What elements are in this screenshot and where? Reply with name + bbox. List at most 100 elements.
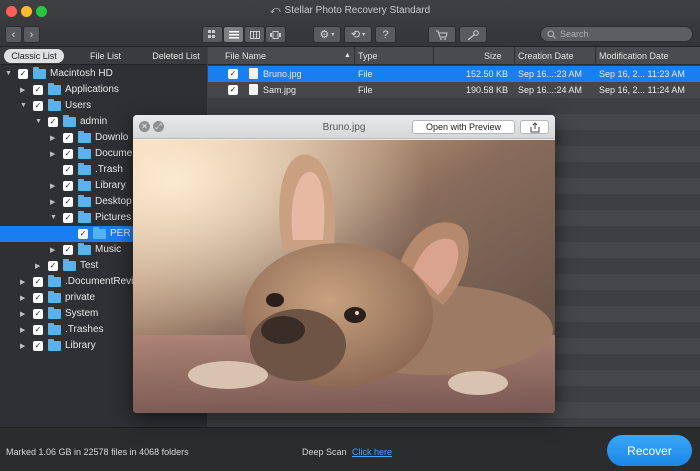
disclosure-expanded-icon[interactable]: ▼ xyxy=(50,214,57,221)
disclosure-collapsed-icon[interactable]: ▶ xyxy=(20,326,25,334)
folder-icon xyxy=(63,259,76,271)
back-button[interactable]: ‹ xyxy=(5,26,22,43)
folder-icon xyxy=(48,275,61,287)
deep-scan-label: Deep Scan xyxy=(302,447,347,457)
list-view-button[interactable] xyxy=(223,26,244,43)
tree-item-label: Applications xyxy=(65,84,119,95)
tree-item-checkbox[interactable]: ✓ xyxy=(63,245,73,255)
tab-deleted-list[interactable]: Deleted List xyxy=(146,49,206,63)
tree-item-checkbox[interactable]: ✓ xyxy=(63,165,73,175)
columns-icon xyxy=(249,30,260,39)
history-menu-button[interactable]: ⟲ ▾ xyxy=(344,26,372,43)
tree-item-checkbox[interactable]: ✓ xyxy=(48,117,58,127)
tree-item[interactable]: ▼ ✓ Users xyxy=(0,98,207,114)
disclosure-collapsed-icon[interactable]: ▶ xyxy=(20,294,25,302)
file-checkbox[interactable]: ✓ xyxy=(228,69,238,79)
sort-ascending-icon: ▲ xyxy=(344,52,351,59)
disclosure-expanded-icon[interactable]: ▼ xyxy=(35,118,42,125)
tree-item-label: Music xyxy=(95,244,122,255)
tree-item-checkbox[interactable]: ✓ xyxy=(18,69,28,79)
tree-item-label: Macintosh HD xyxy=(50,68,113,79)
column-header-type[interactable]: Type xyxy=(358,51,378,61)
disclosure-collapsed-icon[interactable]: ▶ xyxy=(50,246,55,254)
key-icon xyxy=(467,29,479,40)
disclosure-collapsed-icon[interactable]: ▶ xyxy=(50,150,55,158)
key-button[interactable] xyxy=(459,26,487,43)
folder-icon xyxy=(78,211,91,223)
disclosure-collapsed-icon[interactable]: ▶ xyxy=(20,86,25,94)
disclosure-collapsed-icon[interactable]: ▶ xyxy=(35,262,40,270)
disclosure-collapsed-icon[interactable]: ▶ xyxy=(20,342,25,350)
column-header-creation-date[interactable]: Creation Date xyxy=(518,51,574,61)
tree-item-checkbox[interactable]: ✓ xyxy=(33,277,43,287)
title-bar: ⤺ Stellar Photo Recovery Standard ‹ › ⚙ ▾ … xyxy=(0,0,700,47)
share-button[interactable] xyxy=(520,120,549,134)
file-row[interactable]: ✓ Bruno.jpg File 152.50 KB Sep 16...:23 AM Se… xyxy=(208,66,700,82)
file-row[interactable]: ✓ Sam.jpg File 190.58 KB Sep 16...:24 AM Sep … xyxy=(208,82,700,98)
tree-item-checkbox[interactable]: ✓ xyxy=(33,293,43,303)
search-placeholder: Search xyxy=(560,29,589,39)
tree-item-checkbox[interactable]: ✓ xyxy=(63,149,73,159)
help-label: ? xyxy=(382,28,389,41)
column-header-file-name[interactable]: File Name xyxy=(225,51,266,61)
tree-item-checkbox[interactable]: ✓ xyxy=(48,261,58,271)
folder-icon xyxy=(48,339,61,351)
disclosure-collapsed-icon[interactable]: ▶ xyxy=(50,134,55,142)
tree-item-label: Users xyxy=(65,100,92,111)
tree-item-checkbox[interactable]: ✓ xyxy=(33,85,43,95)
tree-item-checkbox[interactable]: ✓ xyxy=(33,101,43,111)
folder-icon xyxy=(63,115,76,127)
document-icon xyxy=(249,68,258,79)
help-button[interactable]: ? xyxy=(375,26,396,43)
preview-title-bar: ✕ ⤢ Bruno.jpg Open with Preview xyxy=(133,115,555,139)
tree-item[interactable]: ▶ ✓ Applications xyxy=(0,82,207,98)
tree-item-checkbox[interactable]: ✓ xyxy=(63,181,73,191)
column-divider xyxy=(514,47,515,65)
folder-icon xyxy=(78,131,91,143)
tree-item-label: System xyxy=(65,308,99,319)
disclosure-collapsed-icon[interactable]: ▶ xyxy=(50,182,55,190)
disclosure-collapsed-icon[interactable]: ▶ xyxy=(50,198,55,206)
disclosure-expanded-icon[interactable]: ▼ xyxy=(20,102,27,109)
tree-item-checkbox[interactable]: ✓ xyxy=(63,133,73,143)
disclosure-collapsed-icon[interactable]: ▶ xyxy=(20,310,25,318)
icon-view-button[interactable] xyxy=(202,26,223,43)
dropdown-arrow-icon: ▾ xyxy=(362,32,366,38)
tree-item-checkbox[interactable]: ✓ xyxy=(33,341,43,351)
folder-icon xyxy=(33,67,46,79)
column-header-size[interactable]: Size xyxy=(484,51,502,61)
cart-icon xyxy=(436,30,448,40)
tree-item-checkbox[interactable]: ✓ xyxy=(33,309,43,319)
tree-item-checkbox[interactable]: ✓ xyxy=(63,213,73,223)
tab-classic-list[interactable]: Classic List xyxy=(4,49,64,63)
column-header-modification-date[interactable]: Modification Date xyxy=(599,51,669,61)
disclosure-collapsed-icon[interactable]: ▶ xyxy=(20,278,25,286)
cart-button[interactable] xyxy=(428,26,456,43)
disclosure-expanded-icon[interactable]: ▼ xyxy=(5,70,12,77)
tree-item-label: Library xyxy=(95,180,126,191)
tree-item-checkbox[interactable]: ✓ xyxy=(78,229,88,239)
grid-icon xyxy=(207,30,215,38)
folder-icon xyxy=(48,99,61,111)
tree-item-checkbox[interactable]: ✓ xyxy=(63,197,73,207)
folder-icon xyxy=(48,291,61,303)
coverflow-view-button[interactable] xyxy=(265,26,286,43)
file-list-header: File Name ▲ Type Size Creation Date Modi… xyxy=(208,47,700,65)
tree-item-label: private xyxy=(65,292,96,303)
creation-date: Sep 16...:23 AM xyxy=(518,69,583,79)
settings-menu-button[interactable]: ⚙ ▾ xyxy=(313,26,341,43)
tree-item-checkbox[interactable]: ✓ xyxy=(33,325,43,335)
file-checkbox[interactable]: ✓ xyxy=(228,85,238,95)
search-input[interactable]: Search xyxy=(540,26,693,42)
tree-item-label: Test xyxy=(80,260,99,271)
tab-file-list[interactable]: File List xyxy=(78,49,133,63)
forward-button[interactable]: › xyxy=(23,26,40,43)
open-with-preview-button[interactable]: Open with Preview xyxy=(412,120,515,134)
tree-item[interactable]: ▼ ✓ Macintosh HD xyxy=(0,66,207,82)
column-view-button[interactable] xyxy=(244,26,265,43)
file-type: File xyxy=(358,85,373,95)
deep-scan-link[interactable]: Click here xyxy=(352,447,392,457)
tree-item-label: Pictures xyxy=(95,212,132,223)
recover-button[interactable]: Recover xyxy=(607,435,692,466)
tree-item-label: .Trashes xyxy=(65,324,104,335)
